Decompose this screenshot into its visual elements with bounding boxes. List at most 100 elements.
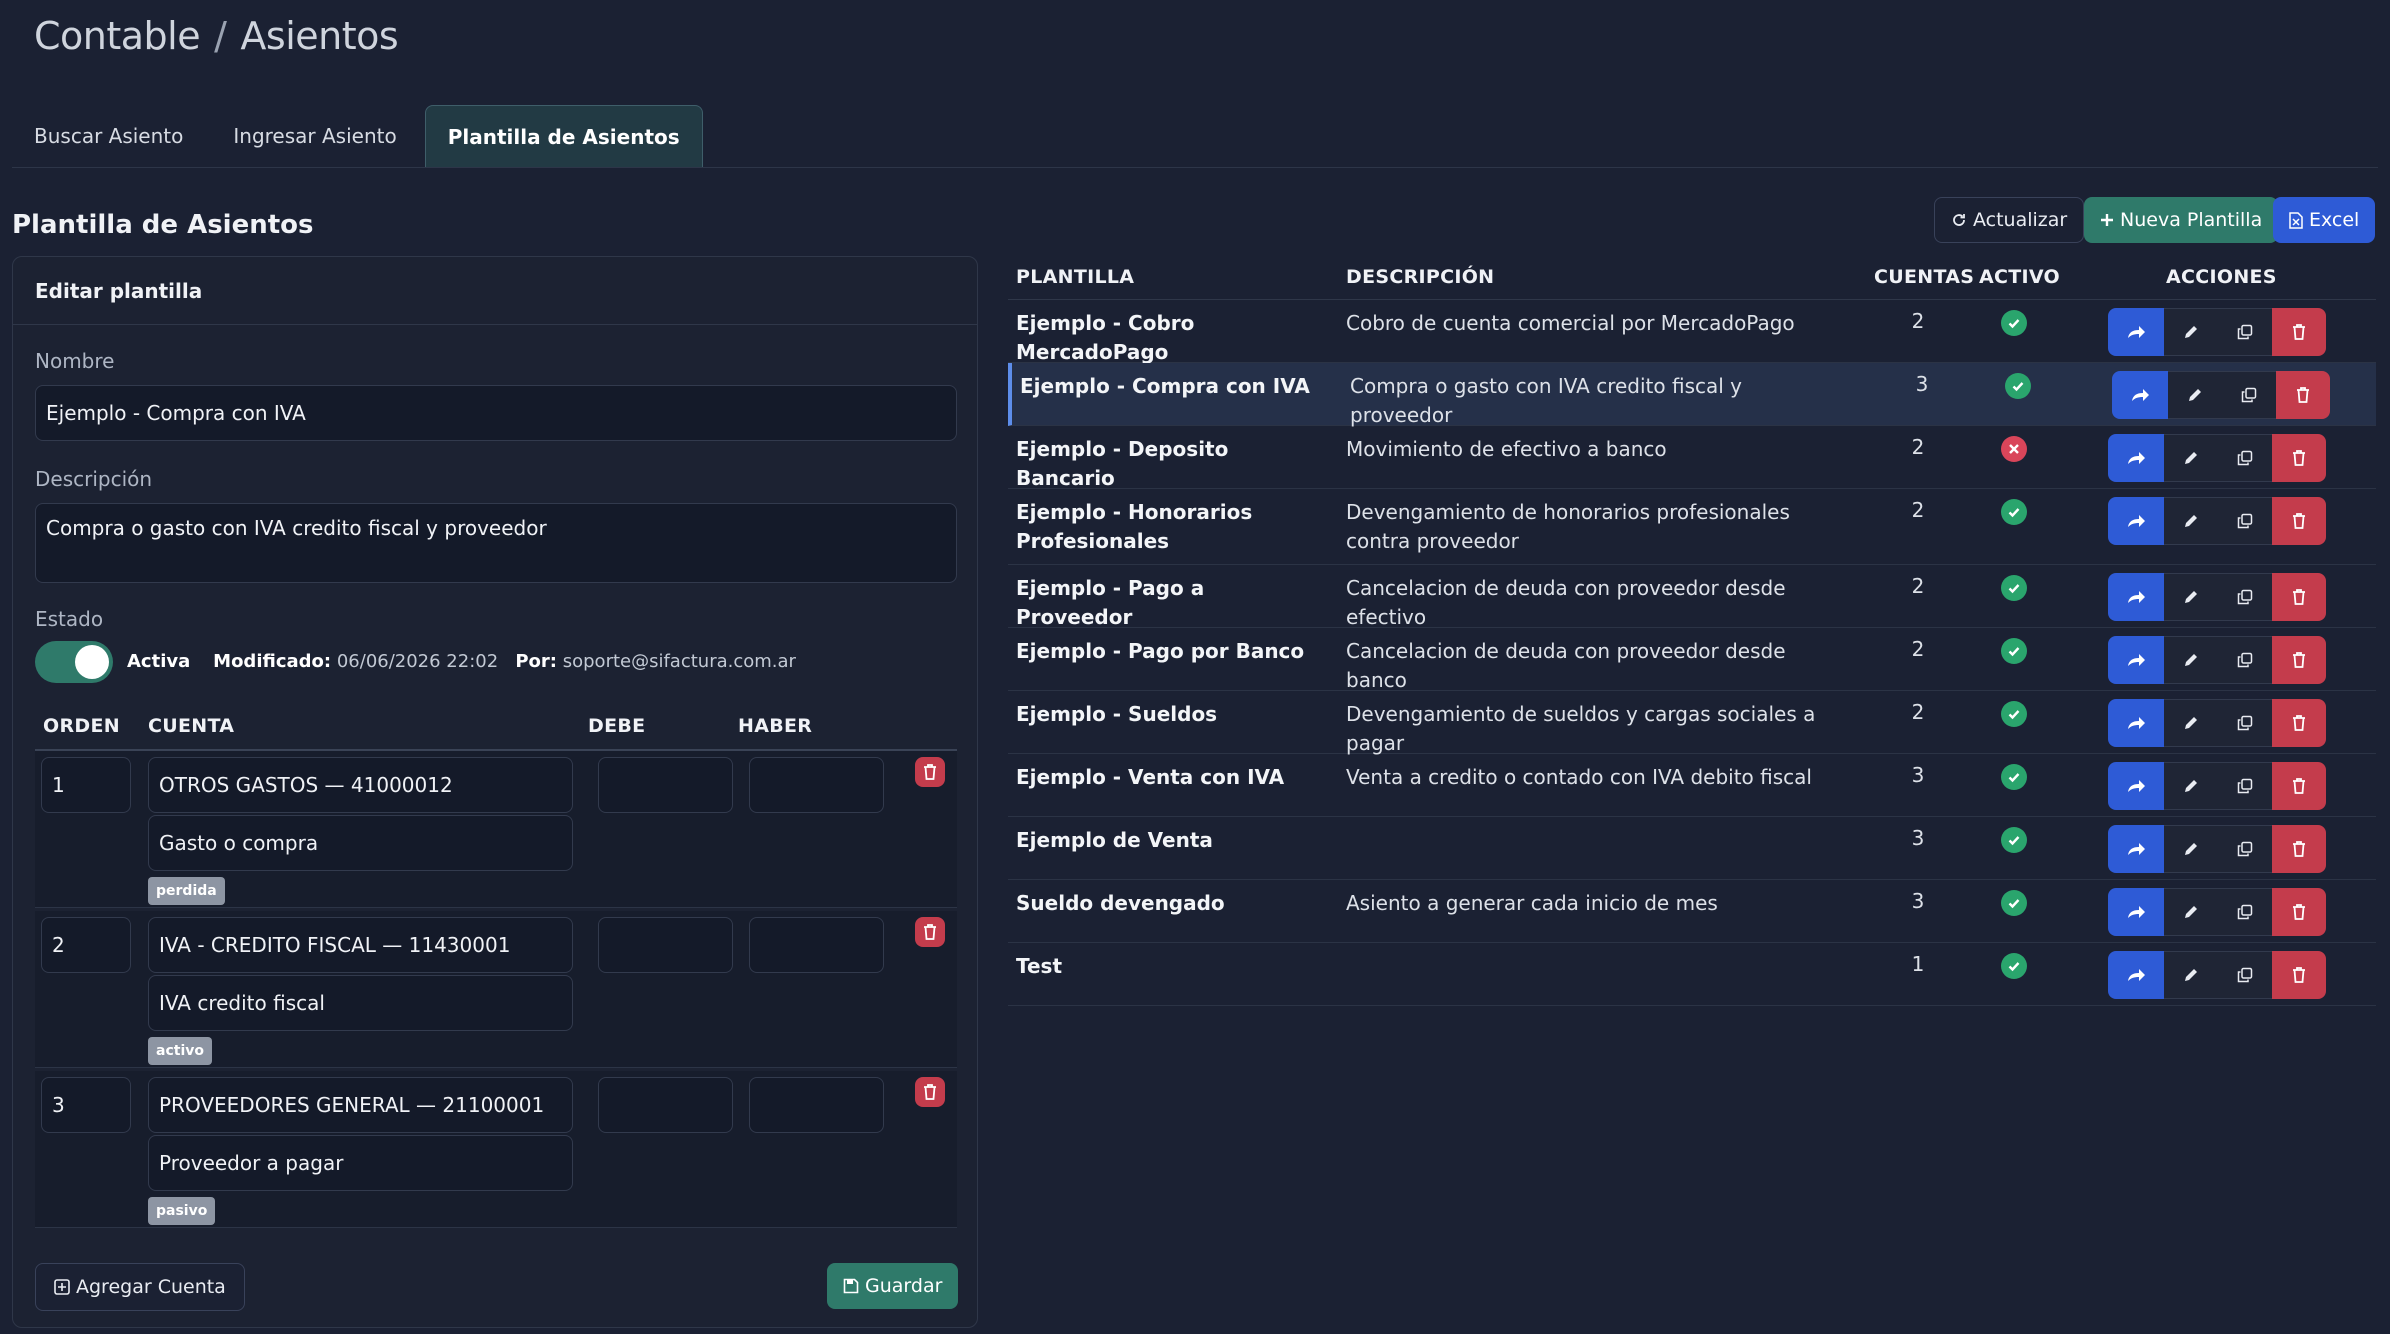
table-row[interactable]: Ejemplo - Honorarios Profesionales Deveng… bbox=[1008, 489, 2376, 565]
template-name[interactable]: Ejemplo - Pago por Banco bbox=[1016, 637, 1316, 666]
apply-template-button[interactable] bbox=[2108, 825, 2164, 873]
debe-input[interactable] bbox=[598, 1077, 733, 1133]
table-row[interactable]: Ejemplo - Deposito Bancario Movimiento de… bbox=[1008, 426, 2376, 490]
orden-input[interactable]: 2 bbox=[41, 917, 131, 973]
delete-template-button[interactable] bbox=[2276, 371, 2330, 419]
duplicate-template-button[interactable] bbox=[2218, 825, 2272, 873]
delete-template-button[interactable] bbox=[2272, 308, 2326, 356]
delete-entry-button[interactable] bbox=[915, 757, 945, 787]
delete-template-button[interactable] bbox=[2272, 762, 2326, 810]
duplicate-template-button[interactable] bbox=[2218, 762, 2272, 810]
table-row[interactable]: Ejemplo - Pago por Banco Cancelacion de d… bbox=[1008, 628, 2376, 692]
table-row[interactable]: Sueldo devengado Asiento a generar cada i… bbox=[1008, 880, 2376, 943]
table-row[interactable]: Ejemplo - Sueldos Devengamiento de sueldo… bbox=[1008, 691, 2376, 755]
delete-template-button[interactable] bbox=[2272, 888, 2326, 936]
orden-input[interactable]: 3 bbox=[41, 1077, 131, 1133]
row-actions bbox=[2108, 951, 2326, 999]
table-row[interactable]: Ejemplo de Venta 3 bbox=[1008, 817, 2376, 880]
refresh-button[interactable]: Actualizar bbox=[1934, 197, 2085, 243]
table-row[interactable]: Ejemplo - Pago a Proveedor Cancelacion de… bbox=[1008, 565, 2376, 629]
duplicate-template-button[interactable] bbox=[2222, 371, 2276, 419]
detalle-input[interactable]: IVA credito fiscal bbox=[148, 975, 573, 1031]
duplicate-template-button[interactable] bbox=[2218, 636, 2272, 684]
duplicate-template-button[interactable] bbox=[2218, 951, 2272, 999]
detalle-input[interactable]: Proveedor a pagar bbox=[148, 1135, 573, 1191]
apply-template-button[interactable] bbox=[2108, 308, 2164, 356]
edit-template-button[interactable] bbox=[2164, 434, 2218, 482]
apply-template-button[interactable] bbox=[2108, 762, 2164, 810]
duplicate-template-button[interactable] bbox=[2218, 888, 2272, 936]
trash-icon bbox=[924, 764, 936, 780]
duplicate-template-button[interactable] bbox=[2218, 497, 2272, 545]
template-name[interactable]: Ejemplo - Deposito Bancario bbox=[1016, 435, 1316, 493]
apply-template-button[interactable] bbox=[2108, 497, 2164, 545]
template-name[interactable]: Ejemplo - Sueldos bbox=[1016, 700, 1316, 729]
debe-input[interactable] bbox=[598, 917, 733, 973]
edit-template-button[interactable] bbox=[2164, 951, 2218, 999]
duplicate-template-button[interactable] bbox=[2218, 573, 2272, 621]
template-name[interactable]: Ejemplo - Cobro MercadoPago bbox=[1016, 309, 1316, 367]
delete-template-button[interactable] bbox=[2272, 951, 2326, 999]
haber-input[interactable] bbox=[749, 1077, 884, 1133]
cuenta-select[interactable]: IVA - CREDITO FISCAL — 11430001 bbox=[148, 917, 573, 973]
edit-template-button[interactable] bbox=[2164, 699, 2218, 747]
edit-template-button[interactable] bbox=[2164, 573, 2218, 621]
template-name[interactable]: Ejemplo - Compra con IVA bbox=[1020, 372, 1320, 401]
debe-input[interactable] bbox=[598, 757, 733, 813]
template-name[interactable]: Ejemplo - Venta con IVA bbox=[1016, 763, 1316, 792]
template-name[interactable]: Test bbox=[1016, 952, 1316, 981]
estado-toggle[interactable] bbox=[35, 641, 113, 683]
template-name[interactable]: Ejemplo - Honorarios Profesionales bbox=[1016, 498, 1316, 556]
edit-template-button[interactable] bbox=[2164, 825, 2218, 873]
duplicate-template-button[interactable] bbox=[2218, 308, 2272, 356]
delete-template-button[interactable] bbox=[2272, 825, 2326, 873]
delete-template-button[interactable] bbox=[2272, 434, 2326, 482]
new-template-button[interactable]: Nueva Plantilla bbox=[2084, 197, 2279, 243]
template-account-count: 2 bbox=[1911, 637, 1925, 661]
edit-template-button[interactable] bbox=[2164, 497, 2218, 545]
delete-entry-button[interactable] bbox=[915, 1077, 945, 1107]
haber-input[interactable] bbox=[749, 757, 884, 813]
apply-template-button[interactable] bbox=[2112, 371, 2168, 419]
nombre-input[interactable] bbox=[35, 385, 957, 441]
orden-input[interactable]: 1 bbox=[41, 757, 131, 813]
breadcrumb-root[interactable]: Contable bbox=[34, 14, 201, 58]
delete-template-button[interactable] bbox=[2272, 636, 2326, 684]
apply-template-button[interactable] bbox=[2108, 636, 2164, 684]
template-name[interactable]: Ejemplo de Venta bbox=[1016, 826, 1316, 855]
descripcion-textarea[interactable]: Compra o gasto con IVA credito fiscal y … bbox=[35, 503, 957, 583]
template-name[interactable]: Ejemplo - Pago a Proveedor bbox=[1016, 574, 1316, 632]
cuenta-select[interactable]: OTROS GASTOS — 41000012 bbox=[148, 757, 573, 813]
haber-input[interactable] bbox=[749, 917, 884, 973]
apply-template-button[interactable] bbox=[2108, 951, 2164, 999]
apply-template-button[interactable] bbox=[2108, 434, 2164, 482]
apply-template-button[interactable] bbox=[2108, 699, 2164, 747]
edit-template-button[interactable] bbox=[2164, 762, 2218, 810]
duplicate-template-button[interactable] bbox=[2218, 699, 2272, 747]
table-row[interactable]: Ejemplo - Compra con IVA Compra o gasto c… bbox=[1008, 363, 2376, 427]
apply-template-button[interactable] bbox=[2108, 888, 2164, 936]
delete-template-button[interactable] bbox=[2272, 573, 2326, 621]
delete-entry-button[interactable] bbox=[915, 917, 945, 947]
edit-template-button[interactable] bbox=[2164, 308, 2218, 356]
cuenta-select[interactable]: PROVEEDORES GENERAL — 21100001 bbox=[148, 1077, 573, 1133]
save-button[interactable]: Guardar bbox=[827, 1263, 959, 1309]
tab-plantilla-asientos[interactable]: Plantilla de Asientos bbox=[424, 105, 703, 167]
table-row[interactable]: Test 1 bbox=[1008, 943, 2376, 1006]
delete-template-button[interactable] bbox=[2272, 699, 2326, 747]
share-arrow-icon bbox=[2128, 717, 2145, 729]
delete-template-button[interactable] bbox=[2272, 497, 2326, 545]
apply-template-button[interactable] bbox=[2108, 573, 2164, 621]
add-account-button[interactable]: Agregar Cuenta bbox=[35, 1263, 245, 1311]
duplicate-template-button[interactable] bbox=[2218, 434, 2272, 482]
edit-template-button[interactable] bbox=[2168, 371, 2222, 419]
tab-buscar-asiento[interactable]: Buscar Asiento bbox=[12, 105, 205, 167]
template-name[interactable]: Sueldo devengado bbox=[1016, 889, 1316, 918]
table-row[interactable]: Ejemplo - Cobro MercadoPago Cobro de cuen… bbox=[1008, 300, 2376, 364]
edit-template-button[interactable] bbox=[2164, 888, 2218, 936]
table-row[interactable]: Ejemplo - Venta con IVA Venta a credito o… bbox=[1008, 754, 2376, 817]
excel-button[interactable]: Excel bbox=[2273, 197, 2376, 243]
edit-template-button[interactable] bbox=[2164, 636, 2218, 684]
detalle-input[interactable]: Gasto o compra bbox=[148, 815, 573, 871]
tab-ingresar-asiento[interactable]: Ingresar Asiento bbox=[211, 105, 418, 167]
